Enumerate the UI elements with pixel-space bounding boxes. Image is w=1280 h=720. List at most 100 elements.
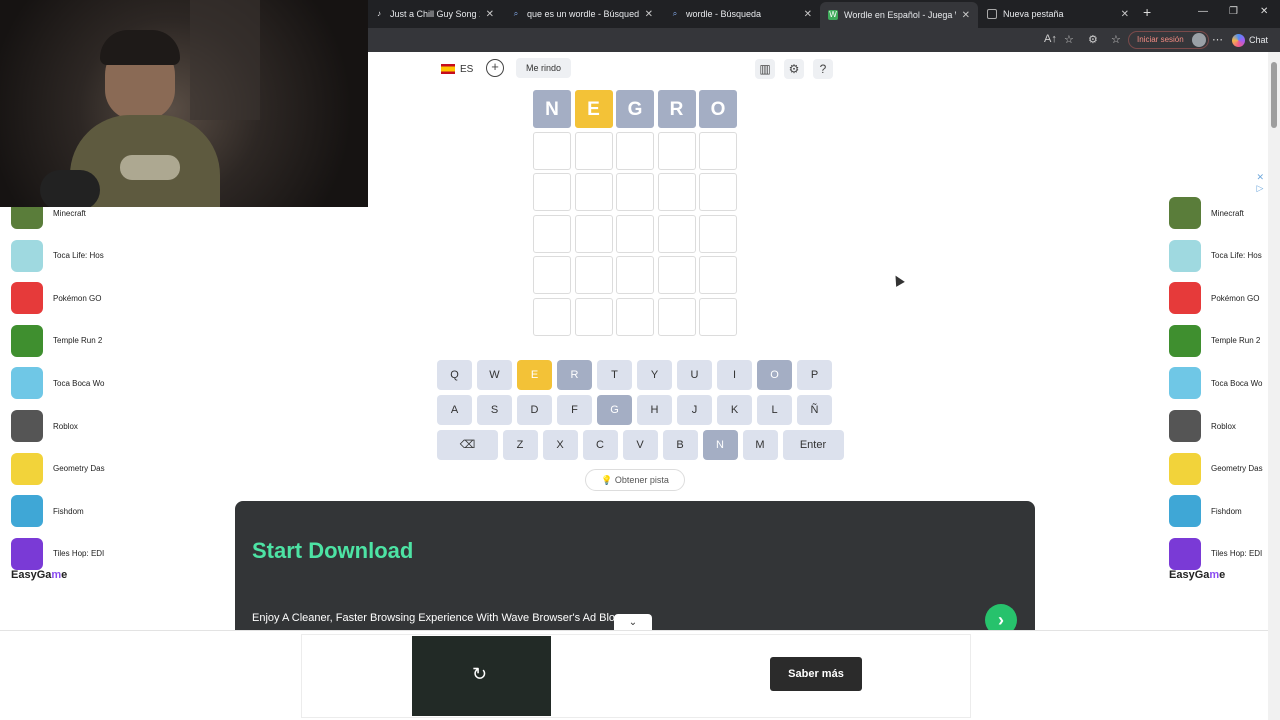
close-window-icon[interactable]: ✕ [1260,6,1268,17]
game-icon [11,367,43,400]
key-c[interactable]: C [582,430,618,460]
new-game-icon[interactable]: + [486,59,504,77]
easygame-logo-left[interactable]: EasyGame [11,569,67,581]
enter-key[interactable]: Enter [782,430,844,460]
replay-icon[interactable]: ↻ [472,664,487,685]
maximize-icon[interactable]: ❐ [1229,6,1238,17]
game-label: Pokémon GO [53,293,102,303]
key-ñ[interactable]: Ñ [797,395,832,425]
favorites-icon[interactable]: ☆ [1111,33,1121,46]
close-icon[interactable]: ✕ [804,9,812,20]
key-o[interactable]: O [757,360,792,390]
game-icon [1169,537,1201,570]
key-p[interactable]: P [797,360,832,390]
key-v[interactable]: V [622,430,658,460]
ad-video[interactable]: ↻ [412,636,551,716]
game-link[interactable]: Fishdom [1169,494,1242,528]
game-link[interactable]: Pokémon GO [1169,281,1259,315]
star-icon[interactable]: ☆ [1064,33,1074,46]
game-label: Geometry Das [1211,464,1263,474]
key-g[interactable]: G [597,395,632,425]
bottom-ad[interactable]: ↻ Saber más [301,634,971,718]
key-y[interactable]: Y [637,360,672,390]
easygame-logo-right[interactable]: EasyGame [1169,569,1225,581]
game-link[interactable]: Geometry Das [1169,452,1263,486]
game-label: Geometry Das [53,464,105,474]
signin-button[interactable]: Iniciar sesión [1128,31,1209,49]
game-link[interactable]: Toca Boca Wo [1169,366,1262,400]
key-u[interactable]: U [677,360,712,390]
tab-search-2[interactable]: ⌕ wordle - Búsqueda ✕ [662,4,820,24]
board-tile [699,214,737,253]
key-a[interactable]: A [437,395,472,425]
close-icon[interactable]: ✕ [486,9,494,20]
scrollbar-thumb[interactable] [1271,62,1277,128]
extensions-icon[interactable]: ⚙ [1088,33,1098,46]
board-tile [574,131,613,170]
tab-new[interactable]: Nueva pestaña ✕ [979,4,1137,24]
game-link[interactable]: Roblox [1169,409,1236,443]
game-icon [11,282,43,315]
game-link[interactable]: Geometry Das [11,452,105,486]
close-icon[interactable]: ✕ [962,10,970,21]
read-aloud-icon[interactable]: A↑ [1044,33,1057,45]
learn-more-button[interactable]: Saber más [770,657,862,691]
settings-gear-icon[interactable]: ⚙ [784,59,804,79]
stats-icon[interactable]: ▥ [755,59,775,79]
key-n[interactable]: N [702,430,738,460]
game-link[interactable]: Toca Life: Hos [1169,239,1262,273]
close-icon[interactable]: ✕ [1121,9,1129,20]
game-link[interactable]: Temple Run 2 [11,324,102,358]
game-icon [1169,239,1201,272]
key-b[interactable]: B [662,430,698,460]
backspace-key[interactable]: ⌫ [437,430,498,460]
key-z[interactable]: Z [502,430,538,460]
language-selector[interactable]: ES [437,59,477,79]
key-m[interactable]: M [742,430,778,460]
game-link[interactable]: Tiles Hop: EDI [1169,537,1262,571]
key-r[interactable]: R [557,360,592,390]
get-hint-button[interactable]: 💡 Obtener pista [585,469,685,491]
ad-choices-icon[interactable]: ✕ ▷ [1256,172,1264,194]
scrollbar[interactable] [1268,52,1280,720]
board-tile [699,297,737,336]
game-link[interactable]: Fishdom [11,494,84,528]
tab-chill-guy[interactable]: ♪ Just a Chill Guy Song 10 Hour ✕ [366,4,502,24]
game-icon [11,324,43,357]
key-h[interactable]: H [637,395,672,425]
key-j[interactable]: J [677,395,712,425]
key-f[interactable]: F [557,395,592,425]
game-label: Temple Run 2 [53,336,103,346]
give-up-button[interactable]: Me rindo [516,58,572,78]
game-link[interactable]: Pokémon GO [11,281,101,315]
more-icon[interactable]: ⋯ [1212,33,1223,46]
close-icon[interactable]: ✕ [645,9,653,20]
key-s[interactable]: S [477,395,512,425]
game-icon [1169,282,1201,315]
game-link[interactable]: Minecraft [1169,196,1244,230]
game-label: Minecraft [53,208,86,218]
key-x[interactable]: X [542,430,578,460]
key-e[interactable]: E [517,360,552,390]
wordle-favicon-icon: W [828,10,838,20]
key-k[interactable]: K [717,395,752,425]
tab-wordle[interactable]: W Wordle en Español - Juega Wordle ✕ [820,2,978,28]
key-i[interactable]: I [717,360,752,390]
copilot-chat-button[interactable]: Chat [1232,31,1268,49]
key-w[interactable]: W [477,360,512,390]
minimize-icon[interactable]: — [1198,6,1208,17]
game-link[interactable]: Toca Life: Hos [11,239,104,273]
game-link[interactable]: Temple Run 2 [1169,324,1260,358]
game-label: Fishdom [53,506,84,516]
key-t[interactable]: T [597,360,632,390]
key-l[interactable]: L [757,395,792,425]
game-link[interactable]: Toca Boca Wo [11,366,104,400]
tab-search-1[interactable]: ⌕ que es un wordle - Búsqueda ✕ [503,4,661,24]
key-d[interactable]: D [517,395,552,425]
key-q[interactable]: Q [437,360,472,390]
new-tab-icon[interactable]: + [1143,4,1151,20]
board-tile [533,256,571,294]
game-link[interactable]: Roblox [11,409,78,443]
game-link[interactable]: Tiles Hop: EDI [11,537,104,571]
help-icon[interactable]: ? [813,59,833,79]
